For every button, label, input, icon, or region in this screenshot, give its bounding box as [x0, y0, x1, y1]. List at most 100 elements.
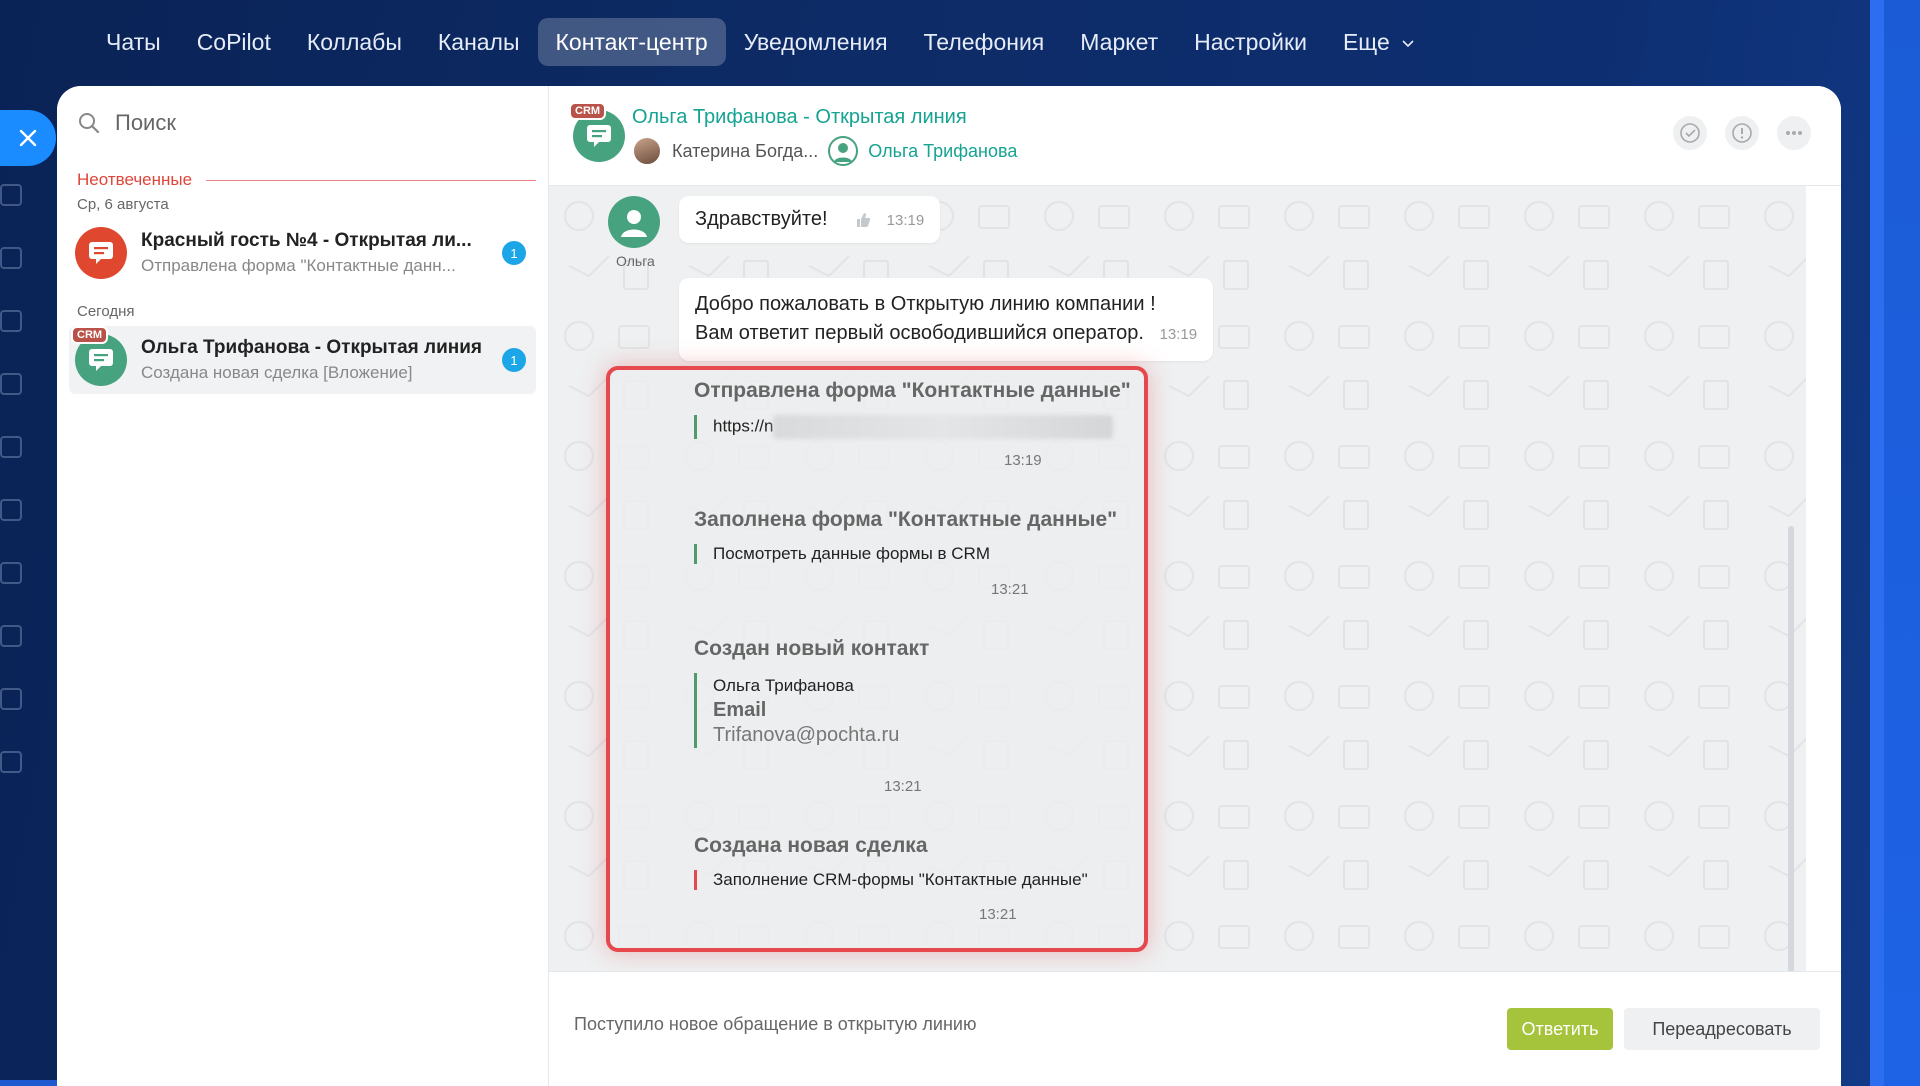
- chat-avatar: [75, 227, 127, 279]
- nav-item-notifications[interactable]: Уведомления: [726, 18, 906, 66]
- chat-list-item[interactable]: Красный гость №4 - Открытая ли... Отправ…: [69, 219, 536, 287]
- ghost-sidebar-row: [0, 611, 60, 674]
- chat-bubble-icon: [587, 125, 611, 147]
- more-horizontal-icon: [1786, 131, 1802, 135]
- client-name[interactable]: Ольга Трифанова: [868, 141, 1017, 162]
- blurred-url: [773, 415, 1114, 439]
- nav-item-collabs[interactable]: Коллабы: [289, 18, 420, 66]
- nav-item-channels[interactable]: Каналы: [420, 18, 538, 66]
- chat-title: Ольга Трифанова - Открытая линия: [141, 337, 483, 358]
- chat-list-pane: Неотвеченные Ср, 6 августа Красный гость…: [57, 86, 549, 1086]
- contact-field-label: Email: [713, 699, 767, 721]
- system-message-body: Посмотреть данные формы в CRM: [694, 544, 1117, 564]
- view-form-link[interactable]: Посмотреть данные формы в CRM: [713, 544, 990, 563]
- ghost-sidebar-row: [0, 296, 60, 359]
- section-unanswered: Неотвеченные: [57, 170, 548, 190]
- chat-header-title[interactable]: Ольга Трифанова - Открытая линия: [632, 106, 967, 129]
- system-message-deal-created: Создана новая сделка Заполнение CRM-форм…: [694, 834, 1088, 890]
- message-time: 13:19: [886, 212, 925, 229]
- nav-item-contact-center[interactable]: Контакт-центр: [537, 18, 726, 66]
- contact-name[interactable]: Ольга Трифанова: [713, 673, 929, 698]
- document-icon: [0, 436, 22, 458]
- right-edge-strip: [1870, 0, 1920, 1086]
- crm-badge: CRM: [569, 102, 607, 120]
- date-label: Ср, 6 августа: [77, 196, 169, 213]
- chat-bubble-icon: [89, 242, 113, 264]
- close-button[interactable]: [0, 110, 56, 166]
- chat-subtitle: Создана новая сделка [Вложение]: [141, 363, 413, 382]
- finish-dialog-button[interactable]: [1673, 116, 1707, 150]
- nav-item-chats[interactable]: Чаты: [88, 18, 179, 66]
- message-bubble: Добро пожаловать в Открытую линию компан…: [679, 278, 1214, 361]
- message-time: 13:21: [991, 581, 1029, 598]
- thumbs-up-icon[interactable]: [855, 212, 871, 228]
- nav-item-settings[interactable]: Настройки: [1176, 18, 1325, 66]
- new-request-notice: Поступило новое обращение в открытую лин…: [574, 1014, 977, 1034]
- nav-item-telephony[interactable]: Телефония: [906, 18, 1063, 66]
- message-time: 13:19: [1159, 326, 1198, 343]
- ghost-sidebar-row: [0, 548, 60, 611]
- message-area: Ольга Здравствуйте! 13:19 Добро пожалова…: [549, 186, 1806, 971]
- chat-title: Красный гость №4 - Открытая ли...: [141, 230, 472, 251]
- ghost-sidebar-row: [0, 233, 60, 296]
- chat-participants: Катерина Богда... Ольга Трифанова: [632, 136, 1017, 166]
- chat-text: Ольга Трифанова - Открытая линия Создана…: [141, 337, 486, 383]
- system-message-form-filled: Заполнена форма "Контактные данные" Посм…: [694, 508, 1117, 564]
- chat-avatar: CRM: [71, 326, 127, 386]
- user-icon: [834, 143, 853, 162]
- message-time: 13:21: [884, 778, 922, 795]
- client-avatar: [828, 136, 859, 166]
- conversation-pane: CRM Ольга Трифанова - Открытая линия Кат…: [549, 86, 1841, 1086]
- search-input[interactable]: [115, 110, 495, 136]
- message-time: 13:21: [979, 906, 1017, 923]
- header-avatar: CRM: [569, 102, 625, 162]
- contact-center-panel: Неотвеченные Ср, 6 августа Красный гость…: [57, 86, 1841, 1086]
- message-bubble: Здравствуйте! 13:19: [679, 196, 941, 243]
- chat-list-item-selected[interactable]: CRM Ольга Трифанова - Открытая линия Соз…: [69, 326, 536, 394]
- date-label-today: Сегодня: [77, 303, 135, 320]
- user-icon: [621, 210, 647, 237]
- system-message-body: https://n: [694, 415, 1131, 439]
- chat-header: CRM Ольга Трифанова - Открытая линия Кат…: [549, 86, 1841, 186]
- mail-icon: [0, 625, 22, 647]
- more-options-button[interactable]: [1777, 116, 1811, 150]
- system-message-title: Отправлена форма "Контактные данные": [694, 379, 1131, 402]
- spam-button[interactable]: [1725, 116, 1759, 150]
- calendar-icon: [0, 373, 22, 395]
- deal-link[interactable]: Заполнение CRM-формы "Контактные данные": [713, 870, 1088, 889]
- ghost-sidebar-row: [0, 359, 60, 422]
- alert-circle-icon: [1732, 123, 1752, 143]
- nav-item-copilot[interactable]: CoPilot: [179, 18, 289, 66]
- ghost-sidebar-row: [0, 422, 60, 485]
- reply-button[interactable]: Ответить: [1507, 1008, 1613, 1050]
- board-icon: [0, 499, 22, 521]
- nav-item-market[interactable]: Маркет: [1062, 18, 1176, 66]
- search-icon: [79, 113, 100, 134]
- nav-more-label: Еще: [1342, 29, 1390, 55]
- system-message-title: Создана новая сделка: [694, 834, 928, 857]
- message-text: Вам ответит первый освободившийся операт…: [695, 322, 1144, 344]
- operator-name[interactable]: Катерина Богда...: [672, 141, 818, 162]
- message-line: Вам ответит первый освободившийся операт…: [695, 319, 1197, 349]
- scrollbar[interactable]: [1788, 526, 1794, 971]
- sender-avatar: [608, 196, 660, 248]
- chat-text: Красный гость №4 - Открытая ли... Отправ…: [141, 230, 486, 276]
- section-divider: [206, 179, 536, 181]
- list-icon: [0, 247, 22, 269]
- nav-item-more[interactable]: Еще: [1325, 18, 1432, 66]
- form-link[interactable]: https://n: [713, 416, 773, 435]
- chat-subtitle: Отправлена форма "Контактные данн...: [141, 256, 456, 275]
- sender-name: Ольга: [616, 253, 655, 269]
- system-message-title: Создан новый контакт: [694, 637, 930, 660]
- ghost-sidebar-row: [0, 170, 60, 233]
- message-time: 13:19: [1004, 452, 1042, 469]
- system-message-form-sent: Отправлена форма "Контактные данные" htt…: [694, 379, 1131, 439]
- forward-button[interactable]: Переадресовать: [1624, 1008, 1820, 1050]
- operator-avatar: [632, 136, 662, 166]
- ghost-sidebar-row: [0, 485, 60, 548]
- chat-footer: Поступило новое обращение в открытую лин…: [549, 971, 1841, 1086]
- system-message-contact-created: Создан новый контакт Ольга Трифанова Ema…: [694, 637, 929, 748]
- crm-badge: CRM: [71, 326, 109, 344]
- chevron-down-icon: [1402, 40, 1414, 48]
- unread-count-badge: 1: [502, 348, 526, 372]
